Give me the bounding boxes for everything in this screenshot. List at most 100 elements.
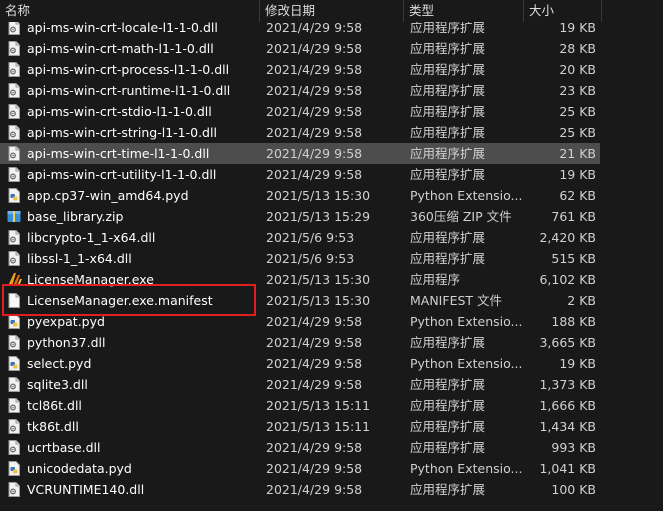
file-size: 1,666 KB bbox=[539, 398, 596, 413]
file-name: VCRUNTIME140.dll bbox=[27, 482, 145, 497]
file-modified-date: 2021/4/29 9:58 bbox=[266, 314, 363, 329]
dll-icon bbox=[7, 377, 21, 392]
file-size: 1,434 KB bbox=[539, 419, 596, 434]
python-file-icon bbox=[7, 356, 21, 371]
dll-icon bbox=[7, 398, 21, 413]
dll-icon bbox=[7, 146, 21, 161]
file-row[interactable]: tcl86t.dll 2021/5/13 15:11 应用程序扩展 1,666 KB bbox=[0, 395, 600, 416]
file-size: 100 KB bbox=[551, 482, 596, 497]
file-type: MANIFEST 文件 bbox=[410, 293, 503, 308]
file-row[interactable]: api-ms-win-crt-process-l1-1-0.dll 2021/4/… bbox=[0, 59, 600, 80]
file-row[interactable]: tk86t.dll 2021/5/13 15:11 应用程序扩展 1,434 KB bbox=[0, 416, 600, 437]
file-type: 应用程序扩展 bbox=[410, 398, 486, 413]
file-row[interactable]: VCRUNTIME140.dll 2021/4/29 9:58 应用程序扩展 100 … bbox=[0, 479, 600, 500]
file-type: 应用程序扩展 bbox=[410, 419, 486, 434]
file-size: 28 KB bbox=[559, 41, 596, 56]
file-modified-date: 2021/5/13 15:11 bbox=[266, 398, 371, 413]
file-row[interactable]: pyexpat.pyd 2021/4/29 9:58 Python Extensio… bbox=[0, 311, 600, 332]
file-row[interactable]: app.cp37-win_amd64.pyd 2021/5/13 15:30 Pyt… bbox=[0, 185, 600, 206]
dll-icon bbox=[7, 20, 21, 35]
file-modified-date: 2021/5/13 15:30 bbox=[266, 293, 371, 308]
file-size: 21 KB bbox=[559, 146, 596, 161]
file-size: 62 KB bbox=[559, 188, 596, 203]
file-type: 应用程序扩展 bbox=[410, 83, 486, 98]
file-row[interactable]: ucrtbase.dll 2021/4/29 9:58 应用程序扩展 993 KB bbox=[0, 437, 600, 458]
file-type: 应用程序扩展 bbox=[410, 230, 486, 245]
file-row[interactable]: base_library.zip 2021/5/13 15:29 360压缩 ZIP… bbox=[0, 206, 600, 227]
file-row[interactable]: unicodedata.pyd 2021/4/29 9:58 Python Exte… bbox=[0, 458, 600, 479]
file-row[interactable]: libssl-1_1-x64.dll 2021/5/6 9:53 应用程序扩展 515… bbox=[0, 248, 600, 269]
file-row[interactable]: LicenseManager.exe.manifest 2021/5/13 15:… bbox=[0, 290, 600, 311]
file-type: 应用程序扩展 bbox=[410, 41, 486, 56]
file-row[interactable]: api-ms-win-crt-string-l1-1-0.dll 2021/4/2… bbox=[0, 122, 600, 143]
file-type: 应用程序扩展 bbox=[410, 125, 486, 140]
file-modified-date: 2021/4/29 9:58 bbox=[266, 482, 363, 497]
dll-icon bbox=[7, 125, 21, 140]
file-name: libcrypto-1_1-x64.dll bbox=[27, 230, 156, 245]
file-type: 应用程序扩展 bbox=[410, 167, 486, 182]
file-size: 761 KB bbox=[551, 209, 596, 224]
column-header-date[interactable]: 修改日期 bbox=[260, 0, 403, 22]
file-modified-date: 2021/4/29 9:58 bbox=[266, 83, 363, 98]
file-row[interactable]: libcrypto-1_1-x64.dll 2021/5/6 9:53 应用程序扩展… bbox=[0, 227, 600, 248]
dll-icon bbox=[7, 167, 21, 182]
file-name: api-ms-win-crt-process-l1-1-0.dll bbox=[27, 62, 230, 77]
file-row[interactable]: sqlite3.dll 2021/4/29 9:58 应用程序扩展 1,373 KB bbox=[0, 374, 600, 395]
file-size: 1,041 KB bbox=[539, 461, 596, 476]
file-modified-date: 2021/4/29 9:58 bbox=[266, 41, 363, 56]
file-row[interactable]: python37.dll 2021/4/29 9:58 应用程序扩展 3,665 KB bbox=[0, 332, 600, 353]
file-type: 应用程序扩展 bbox=[410, 146, 486, 161]
file-modified-date: 2021/5/13 15:11 bbox=[266, 419, 371, 434]
file-name: ucrtbase.dll bbox=[27, 440, 101, 455]
column-header-bar: 名称 修改日期 类型 大小 bbox=[0, 0, 663, 22]
file-modified-date: 2021/5/13 15:30 bbox=[266, 188, 371, 203]
file-row[interactable]: LicenseManager.exe 2021/5/13 15:30 应用程序 6,1… bbox=[0, 269, 600, 290]
file-modified-date: 2021/4/29 9:58 bbox=[266, 440, 363, 455]
file-size: 25 KB bbox=[559, 125, 596, 140]
file-size: 188 KB bbox=[551, 314, 596, 329]
file-type: Python Extensio... bbox=[410, 314, 522, 329]
dll-icon bbox=[7, 62, 21, 77]
dll-icon bbox=[7, 230, 21, 245]
file-size: 6,102 KB bbox=[539, 272, 596, 287]
file-type: 应用程序扩展 bbox=[410, 440, 486, 455]
file-type: Python Extensio... bbox=[410, 356, 522, 371]
file-name: pyexpat.pyd bbox=[27, 314, 105, 329]
file-row[interactable]: api-ms-win-crt-time-l1-1-0.dll 2021/4/29 … bbox=[0, 143, 600, 164]
file-type: 应用程序 bbox=[410, 272, 461, 287]
file-name: LicenseManager.exe.manifest bbox=[27, 293, 213, 308]
blank-file-icon bbox=[7, 293, 21, 308]
file-size: 1,373 KB bbox=[539, 377, 596, 392]
dll-icon bbox=[7, 104, 21, 119]
file-row[interactable]: api-ms-win-crt-math-l1-1-0.dll 2021/4/29 … bbox=[0, 38, 600, 59]
file-name: app.cp37-win_amd64.pyd bbox=[27, 188, 189, 203]
file-name: api-ms-win-crt-string-l1-1-0.dll bbox=[27, 125, 217, 140]
column-divider[interactable] bbox=[601, 0, 602, 22]
file-name: LicenseManager.exe bbox=[27, 272, 154, 287]
file-modified-date: 2021/4/29 9:58 bbox=[266, 335, 363, 350]
python-file-icon bbox=[7, 314, 21, 329]
file-name: api-ms-win-crt-utility-l1-1-0.dll bbox=[27, 167, 217, 182]
dll-icon bbox=[7, 251, 21, 266]
file-modified-date: 2021/4/29 9:58 bbox=[266, 62, 363, 77]
file-size: 2,420 KB bbox=[539, 230, 596, 245]
file-type: 应用程序扩展 bbox=[410, 335, 486, 350]
file-modified-date: 2021/4/29 9:58 bbox=[266, 461, 363, 476]
dll-icon bbox=[7, 440, 21, 455]
file-row[interactable]: api-ms-win-crt-stdio-l1-1-0.dll 2021/4/29… bbox=[0, 101, 600, 122]
file-name: libssl-1_1-x64.dll bbox=[27, 251, 132, 266]
file-name: sqlite3.dll bbox=[27, 377, 88, 392]
column-header-size[interactable]: 大小 bbox=[524, 0, 601, 22]
dll-icon bbox=[7, 335, 21, 350]
column-header-type[interactable]: 类型 bbox=[404, 0, 523, 22]
file-row[interactable]: api-ms-win-crt-runtime-l1-1-0.dll 2021/4/… bbox=[0, 80, 600, 101]
file-row[interactable]: api-ms-win-crt-utility-l1-1-0.dll 2021/4/… bbox=[0, 164, 600, 185]
file-modified-date: 2021/5/13 15:30 bbox=[266, 272, 371, 287]
file-name: api-ms-win-crt-math-l1-1-0.dll bbox=[27, 41, 214, 56]
file-type: 应用程序扩展 bbox=[410, 62, 486, 77]
dll-icon bbox=[7, 419, 21, 434]
file-row[interactable]: select.pyd 2021/4/29 9:58 Python Extensio.… bbox=[0, 353, 600, 374]
python-file-icon bbox=[7, 188, 21, 203]
column-header-name[interactable]: 名称 bbox=[0, 0, 259, 22]
file-name: api-ms-win-crt-time-l1-1-0.dll bbox=[27, 146, 210, 161]
